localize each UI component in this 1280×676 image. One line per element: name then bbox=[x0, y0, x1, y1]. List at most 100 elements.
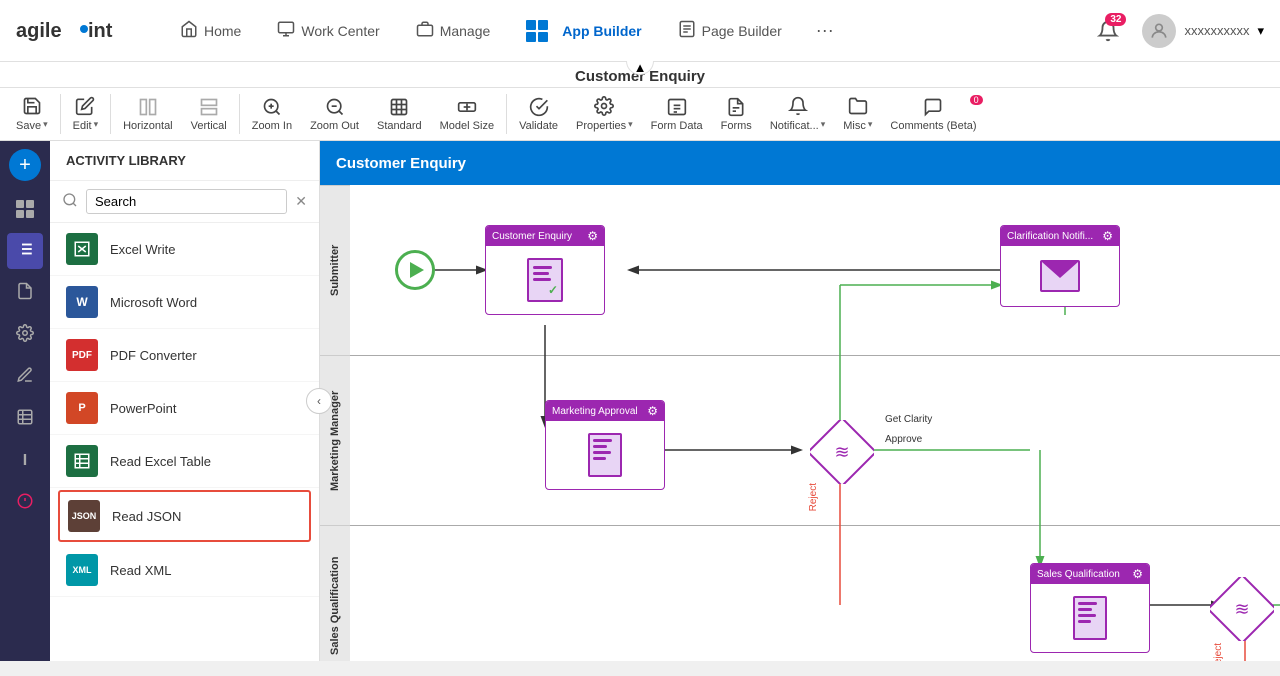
read-excel-label: Read Excel Table bbox=[110, 454, 211, 469]
pdf-icon: PDF bbox=[66, 339, 98, 371]
sidebar-table[interactable] bbox=[7, 401, 43, 437]
top-navigation: agile int Home Work Center Manage bbox=[0, 0, 1280, 62]
notifications-toolbar-button[interactable]: Notificat... ▾ bbox=[762, 92, 833, 136]
gear-icon bbox=[16, 324, 34, 347]
sep1 bbox=[60, 94, 61, 134]
activity-item-read-excel[interactable]: Read Excel Table bbox=[50, 435, 319, 488]
sidebar-apps[interactable] bbox=[7, 191, 43, 227]
vertical-button[interactable]: Vertical bbox=[183, 93, 235, 136]
lane-label-submitter: Submitter bbox=[320, 185, 350, 355]
s-clip-line-2 bbox=[1078, 608, 1092, 611]
nav-manage[interactable]: Manage bbox=[402, 12, 505, 49]
word-label: Microsoft Word bbox=[110, 295, 197, 310]
start-play-icon bbox=[410, 262, 424, 278]
list-icon bbox=[16, 240, 34, 263]
properties-label-wrap: Properties ▾ bbox=[576, 119, 633, 132]
canvas-area[interactable]: Customer Enquiry ⤢ Submitter Marketing M… bbox=[320, 141, 1280, 661]
activity-item-read-json[interactable]: JSON Read JSON bbox=[58, 490, 311, 542]
search-clear-button[interactable]: ✕ bbox=[295, 193, 307, 210]
sidebar-gear[interactable] bbox=[7, 317, 43, 353]
add-button[interactable]: + bbox=[9, 149, 41, 181]
misc-button[interactable]: Misc ▾ bbox=[835, 92, 880, 136]
comments-wrap: Comments (Beta) 0 bbox=[882, 93, 984, 136]
pdf-label: PDF Converter bbox=[110, 348, 197, 363]
node-sales-qualification[interactable]: Sales Qualification ⚙ bbox=[1030, 563, 1150, 653]
activity-search-bar: ✕ bbox=[50, 181, 319, 223]
node-clarification-gear[interactable]: ⚙ bbox=[1102, 229, 1113, 243]
swim-lanes: Submitter Marketing Manager Sales Qualif… bbox=[320, 185, 1280, 661]
forms-button[interactable]: Forms bbox=[713, 93, 760, 136]
reject-text-marketing: Reject bbox=[808, 483, 819, 511]
node-sales-gear[interactable]: ⚙ bbox=[1132, 567, 1143, 581]
validate-button[interactable]: Validate bbox=[511, 93, 566, 136]
misc-label: Misc bbox=[843, 120, 866, 132]
nav-home[interactable]: Home bbox=[166, 12, 255, 49]
sales-reject-text: Reject bbox=[1213, 643, 1224, 661]
node-customer-enquiry[interactable]: Customer Enquiry ⚙ bbox=[485, 225, 605, 315]
node-marketing-header: Marketing Approval ⚙ bbox=[546, 401, 664, 421]
formdata-button[interactable]: Form Data bbox=[643, 93, 711, 136]
node-sales-decision[interactable]: ≋ bbox=[1210, 577, 1274, 641]
svg-text:≋: ≋ bbox=[1234, 599, 1249, 619]
user-menu[interactable]: xxxxxxxxxx ▾ bbox=[1142, 14, 1264, 48]
sidebar-circle[interactable] bbox=[7, 485, 43, 521]
activity-item-excel-write[interactable]: Excel Write bbox=[50, 223, 319, 276]
activity-item-ppt[interactable]: P PowerPoint bbox=[50, 382, 319, 435]
standard-button[interactable]: Standard bbox=[369, 93, 430, 136]
svg-text:≋: ≋ bbox=[834, 442, 849, 462]
save-button[interactable]: Save ▾ bbox=[8, 92, 56, 136]
nav-appbuilder-label: App Builder bbox=[562, 23, 641, 39]
lane-label-marketing: Marketing Manager bbox=[320, 355, 350, 525]
edit-button[interactable]: Edit ▾ bbox=[65, 92, 107, 136]
table-icon bbox=[16, 408, 34, 431]
get-clarity-label: Get Clarity bbox=[885, 410, 932, 425]
node-marketing-gear[interactable]: ⚙ bbox=[647, 404, 658, 418]
sidebar-text[interactable]: I bbox=[7, 443, 43, 479]
node-clarification[interactable]: Clarification Notifi... ⚙ bbox=[1000, 225, 1120, 307]
activity-item-pdf[interactable]: PDF PDF Converter bbox=[50, 329, 319, 382]
activity-list: Excel Write W Microsoft Word PDF PDF Con… bbox=[50, 223, 319, 661]
notif-label-wrap: Notificat... ▾ bbox=[770, 119, 825, 132]
excel-write-icon bbox=[66, 233, 98, 265]
nav-pagebuilder[interactable]: Page Builder bbox=[664, 12, 796, 49]
nav-workcenter-label: Work Center bbox=[301, 23, 379, 39]
sidebar-edit[interactable] bbox=[7, 359, 43, 395]
xml-icon: XML bbox=[66, 554, 98, 586]
process-canvas: Customer Enquiry ⤢ Submitter Marketing M… bbox=[320, 141, 1280, 661]
zoomout-button[interactable]: Zoom Out bbox=[302, 93, 367, 136]
node-customer-enquiry-body bbox=[486, 246, 604, 314]
nav-appbuilder[interactable]: App Builder bbox=[512, 12, 655, 50]
zoomin-label: Zoom In bbox=[252, 120, 292, 132]
start-node[interactable] bbox=[395, 250, 435, 290]
activity-item-word[interactable]: W Microsoft Word bbox=[50, 276, 319, 329]
edit-arrow: ▾ bbox=[94, 119, 99, 130]
node-marketing-approval[interactable]: Marketing Approval ⚙ bbox=[545, 400, 665, 490]
nav-more[interactable]: ··· bbox=[804, 12, 846, 49]
node-sales-title: Sales Qualification bbox=[1037, 569, 1120, 580]
activity-item-read-xml[interactable]: XML Read XML bbox=[50, 544, 319, 597]
panel-collapse-button[interactable]: ‹ bbox=[306, 388, 332, 414]
sidebar-list[interactable] bbox=[7, 233, 43, 269]
node-customer-enquiry-gear[interactable]: ⚙ bbox=[587, 229, 598, 243]
properties-button[interactable]: Properties ▾ bbox=[568, 92, 641, 136]
clip-line-3 bbox=[593, 451, 611, 454]
horizontal-button[interactable]: Horizontal bbox=[115, 93, 181, 136]
sales-label-text: Sales Qualification bbox=[329, 556, 341, 654]
text-icon: I bbox=[23, 452, 27, 470]
toolbar: Save ▾ Edit ▾ Horizontal Vertical Zoom I… bbox=[0, 88, 1280, 141]
modelsize-button[interactable]: Model Size bbox=[432, 93, 502, 136]
logo[interactable]: agile int bbox=[16, 11, 136, 50]
search-input[interactable] bbox=[86, 189, 287, 214]
forms-icon bbox=[726, 97, 746, 120]
sidebar-doc[interactable] bbox=[7, 275, 43, 311]
user-avatar bbox=[1142, 14, 1176, 48]
node-get-clarity[interactable]: ≋ bbox=[810, 420, 874, 484]
node-clarification-header: Clarification Notifi... ⚙ bbox=[1001, 226, 1119, 246]
sales-clip-icon bbox=[1073, 596, 1107, 640]
clip-line-4 bbox=[593, 457, 606, 460]
approve-label: Approve bbox=[885, 430, 922, 445]
node-marketing-title: Marketing Approval bbox=[552, 406, 638, 417]
zoomin-button[interactable]: Zoom In bbox=[244, 93, 300, 136]
notifications-button[interactable]: 32 bbox=[1090, 13, 1126, 49]
nav-workcenter[interactable]: Work Center bbox=[263, 12, 393, 49]
